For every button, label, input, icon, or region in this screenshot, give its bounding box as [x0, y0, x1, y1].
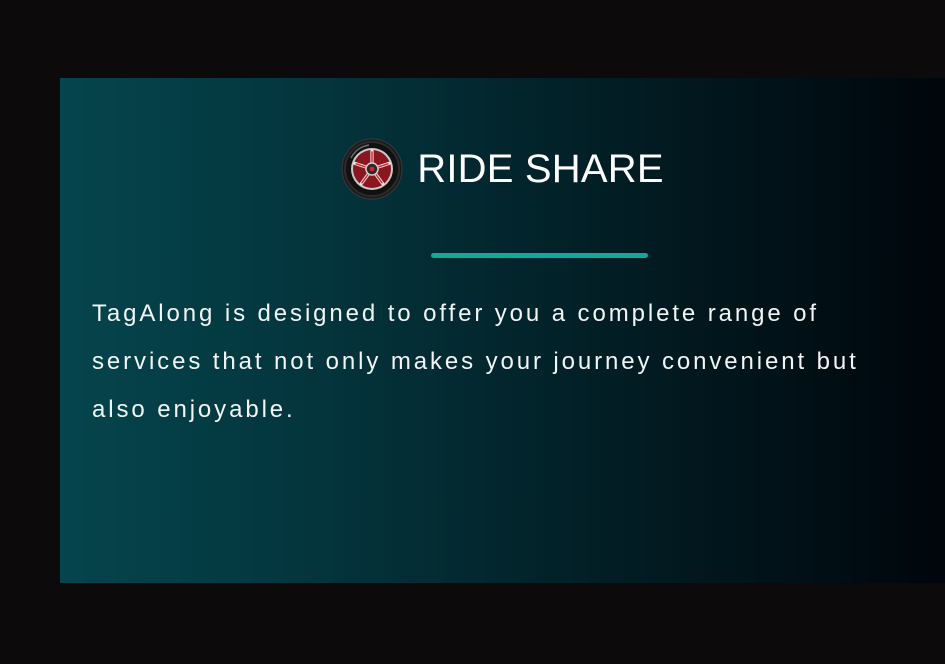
car-wheel-icon [341, 138, 403, 200]
title-divider [431, 253, 648, 258]
ride-share-card: RIDE SHARE TagAlong is designed to offer… [60, 78, 945, 583]
section-description: TagAlong is designed to offer you a comp… [92, 300, 859, 423]
card-header: RIDE SHARE [60, 138, 945, 200]
page: RIDE SHARE TagAlong is designed to offer… [0, 0, 945, 664]
section-title: RIDE SHARE [417, 147, 664, 191]
